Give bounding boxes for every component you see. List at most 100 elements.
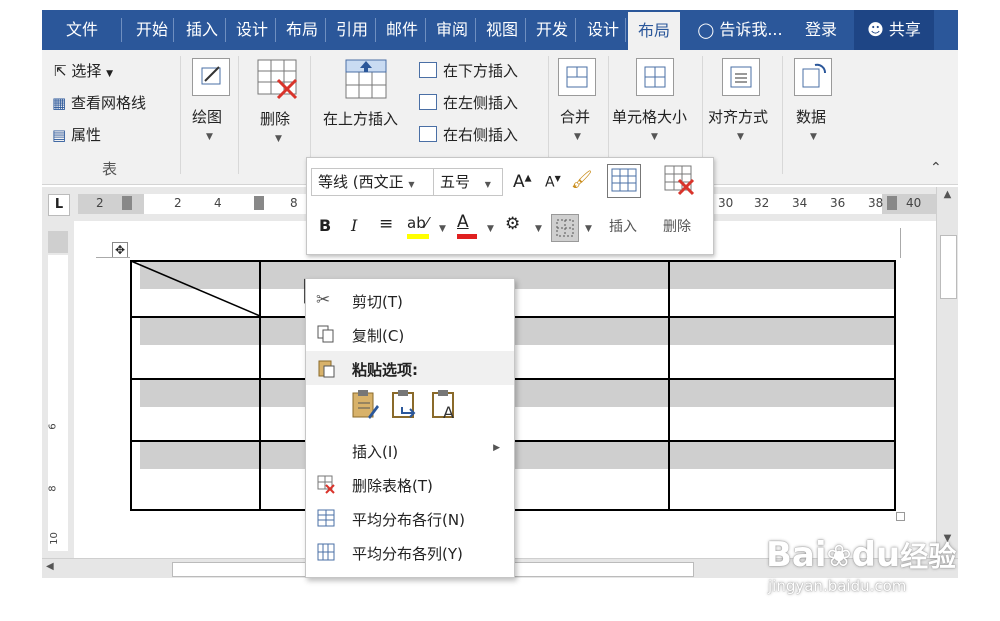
tab-design[interactable]: 设计 bbox=[228, 10, 276, 50]
alignment-button[interactable]: 对齐方式 bbox=[708, 106, 768, 127]
shrink-font-button[interactable]: A▼ bbox=[545, 174, 561, 191]
delete-table-icon[interactable] bbox=[663, 164, 697, 198]
chevron-down-icon: ▼ bbox=[206, 132, 213, 142]
column-marker[interactable] bbox=[122, 196, 132, 210]
insert-left-button[interactable]: 在左侧插入 bbox=[443, 92, 518, 113]
data-icon bbox=[794, 58, 832, 96]
cell-size-icon bbox=[636, 58, 674, 96]
tab-developer[interactable]: 开发 bbox=[528, 10, 576, 50]
paste-merge-format-icon[interactable] bbox=[390, 389, 420, 421]
share-button[interactable]: ☻ 共享 bbox=[854, 10, 934, 50]
insert-label[interactable]: 插入 bbox=[609, 216, 637, 236]
menu-item-paste-options: 粘贴选项: bbox=[306, 351, 514, 385]
tab-insert[interactable]: 插入 bbox=[178, 10, 226, 50]
ruler-number: 8 bbox=[290, 196, 298, 210]
paste-icon bbox=[316, 358, 336, 378]
insert-right-button[interactable]: 在右侧插入 bbox=[443, 124, 518, 145]
copy-icon bbox=[316, 324, 336, 344]
menu-item-delete-table[interactable]: 删除表格(T) bbox=[306, 467, 514, 501]
font-name-combo[interactable]: 等线 (西文正 ▼ bbox=[311, 168, 435, 196]
merge-icon bbox=[558, 58, 596, 96]
vertical-ruler[interactable]: 6 8 10 bbox=[42, 221, 74, 558]
menu-item-distribute-rows[interactable]: 平均分布各行(N) bbox=[306, 501, 514, 535]
distribute-rows-icon bbox=[316, 508, 336, 528]
chevron-down-icon: ▼ bbox=[487, 224, 494, 234]
tab-selector[interactable]: L bbox=[48, 194, 70, 216]
format-painter-icon[interactable]: 🖌 bbox=[571, 170, 593, 190]
tab-references[interactable]: 引用 bbox=[328, 10, 376, 50]
person-icon: ☻ bbox=[867, 20, 884, 39]
menu-item-distribute-cols[interactable]: 平均分布各列(Y) bbox=[306, 535, 514, 569]
svg-text:A: A bbox=[443, 403, 454, 421]
table-move-handle-icon[interactable]: ✥ bbox=[112, 242, 128, 258]
delete-label[interactable]: 删除 bbox=[663, 216, 691, 236]
shading-bucket-icon[interactable]: ⚙ bbox=[505, 214, 520, 234]
data-button[interactable]: 数据 bbox=[796, 106, 826, 127]
alignment-icon bbox=[722, 58, 760, 96]
chevron-down-icon: ▼ bbox=[484, 180, 491, 189]
scroll-up-icon[interactable]: ▲ bbox=[939, 189, 956, 207]
tab-view[interactable]: 视图 bbox=[478, 10, 526, 50]
properties-button[interactable]: ▤ 属性 bbox=[52, 124, 101, 145]
ruler-number: 38 bbox=[868, 196, 884, 210]
table-border bbox=[668, 260, 670, 511]
collapse-ribbon-icon[interactable]: ⌃ bbox=[930, 160, 942, 176]
borders-icon[interactable] bbox=[551, 214, 579, 242]
table-row-shading bbox=[140, 318, 896, 345]
delete-button[interactable]: 删除 bbox=[260, 108, 290, 129]
tell-me-box[interactable]: ◯ 告诉我... bbox=[690, 10, 790, 50]
tab-table-design[interactable]: 设计 bbox=[580, 10, 626, 50]
distribute-cols-icon bbox=[316, 542, 336, 562]
paste-text-only-icon[interactable]: A bbox=[430, 389, 460, 422]
center-align-icon[interactable]: ≡ bbox=[379, 214, 393, 234]
column-marker[interactable] bbox=[254, 196, 264, 210]
highlighter-icon: ab⁄ bbox=[407, 214, 429, 232]
highlight-color-button[interactable]: ab⁄ bbox=[407, 214, 435, 240]
vertical-scrollbar[interactable]: ▲ ▼ bbox=[936, 187, 958, 558]
watermark-url: jingyan.baidu.com bbox=[768, 577, 907, 595]
ribbon-tab-bar: 文件 开始 插入 设计 布局 引用 邮件 审阅 视图 开发 设计 布局 ◯ 告诉… bbox=[42, 10, 958, 50]
draw-button[interactable]: 绘图 bbox=[192, 106, 222, 127]
tab-layout[interactable]: 布局 bbox=[278, 10, 326, 50]
bold-button[interactable]: B bbox=[319, 216, 331, 235]
chevron-down-icon: ▼ bbox=[585, 224, 592, 234]
mini-toolbar: 等线 (西文正 ▼ 五号 ▼ A▲ A▼ 🖌 B I ≡ ab⁄ ▼ A ▼ ⚙… bbox=[306, 157, 714, 255]
tab-mailings[interactable]: 邮件 bbox=[378, 10, 426, 50]
menu-item-copy[interactable]: 复制(C) bbox=[306, 317, 514, 351]
insert-below-button[interactable]: 在下方插入 bbox=[443, 60, 518, 81]
scroll-thumb[interactable] bbox=[940, 235, 957, 299]
select-button[interactable]: ⇱ 选择 ▼ bbox=[54, 60, 113, 81]
view-gridlines-button[interactable]: ▦ 查看网格线 bbox=[52, 92, 146, 113]
insert-above-button[interactable]: 在上方插入 bbox=[323, 108, 398, 129]
menu-item-cut[interactable]: ✂ 剪切(T) bbox=[306, 283, 514, 317]
chevron-down-icon: ▼ bbox=[439, 224, 446, 234]
lightbulb-icon: ◯ bbox=[697, 21, 715, 39]
ruler-number: 2 bbox=[96, 196, 104, 210]
insert-above-icon bbox=[344, 58, 388, 100]
grow-font-button[interactable]: A▲ bbox=[513, 172, 532, 192]
cell-size-button[interactable]: 单元格大小 bbox=[612, 106, 687, 127]
login-link[interactable]: 登录 bbox=[797, 10, 845, 50]
ribbon-divider bbox=[180, 56, 181, 174]
paste-keep-format-icon[interactable] bbox=[350, 389, 380, 421]
tab-file[interactable]: 文件 bbox=[42, 10, 122, 50]
vruler-body bbox=[48, 255, 68, 551]
scroll-left-icon[interactable]: ◀ bbox=[46, 561, 54, 572]
page-margin-mark bbox=[900, 228, 901, 258]
delete-table-icon bbox=[316, 474, 336, 494]
ruler-number: 2 bbox=[174, 196, 182, 210]
tab-review[interactable]: 审阅 bbox=[428, 10, 476, 50]
table-resize-handle[interactable] bbox=[896, 512, 905, 521]
tab-home[interactable]: 开始 bbox=[130, 10, 174, 50]
menu-item-insert[interactable]: 插入(I) ▶ bbox=[306, 433, 514, 467]
column-marker[interactable] bbox=[887, 196, 897, 210]
font-color-button[interactable]: A bbox=[457, 212, 481, 240]
merge-button[interactable]: 合并 bbox=[560, 106, 590, 127]
context-menu: ✂ 剪切(T) 复制(C) 粘贴选项: A 插入(I) ▶ 删除表格(T) 平均… bbox=[305, 278, 515, 578]
font-size-combo[interactable]: 五号 ▼ bbox=[433, 168, 503, 196]
italic-button[interactable]: I bbox=[351, 216, 357, 235]
vruler-number: 8 bbox=[47, 485, 59, 492]
insert-table-icon[interactable] bbox=[607, 164, 641, 198]
table-row-shading bbox=[140, 380, 896, 407]
tab-table-layout[interactable]: 布局 bbox=[628, 12, 680, 50]
